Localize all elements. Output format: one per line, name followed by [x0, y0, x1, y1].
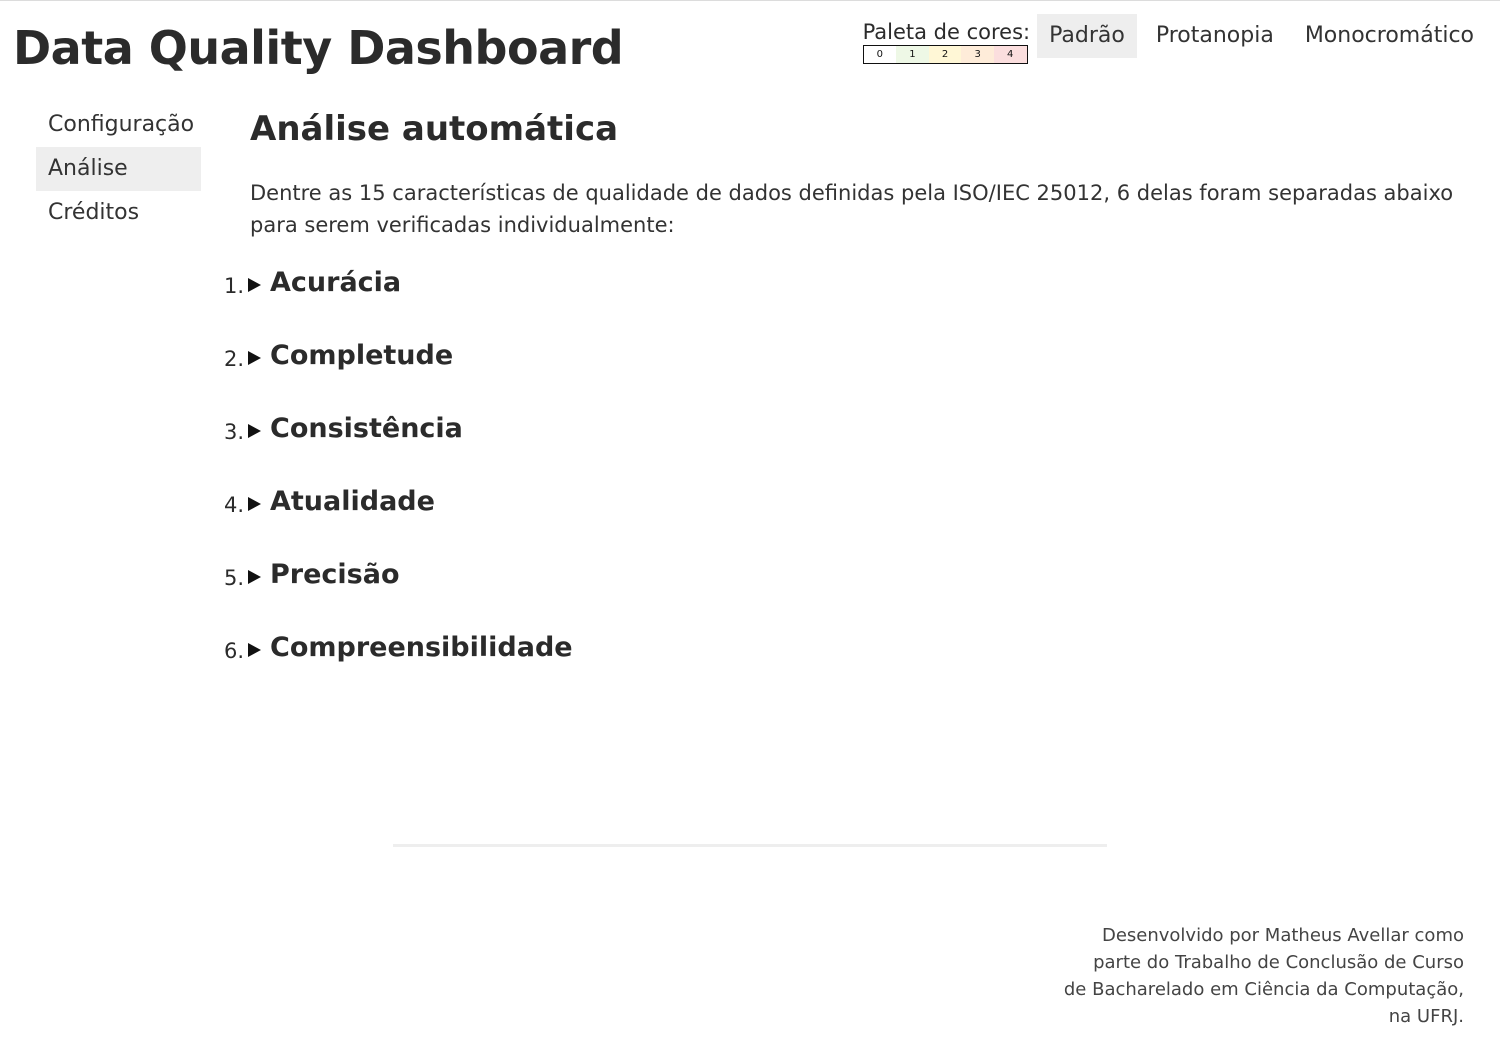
check-number: 5. [224, 566, 245, 590]
intro-text: Dentre as 15 características de qualidad… [250, 181, 1454, 237]
disclosure-triangle-icon [248, 424, 261, 438]
footer-divider [393, 844, 1107, 847]
sidebar-item-configuracao[interactable]: Configuração [36, 103, 201, 147]
check-label: Consistência [270, 413, 463, 444]
disclosure-triangle-icon [248, 570, 261, 584]
check-label: Compreensibilidade [270, 632, 573, 663]
check-item-atualidade[interactable]: 4. Atualidade [224, 485, 1124, 558]
footer-line: parte do Trabalho de Conclusão de Curso [1093, 952, 1464, 973]
palette-option-protanopia[interactable]: Protanopia [1144, 14, 1286, 58]
app-title: Data Quality Dashboard [13, 21, 624, 75]
check-item-precisao[interactable]: 5. Precisão [224, 558, 1124, 631]
disclosure-triangle-icon [248, 497, 261, 511]
check-number: 4. [224, 493, 245, 517]
palette-scale: 0 1 2 3 4 [862, 45, 1028, 64]
check-number: 6. [224, 639, 245, 663]
disclosure-triangle-icon [248, 351, 261, 365]
check-item-completude[interactable]: 2. Completude [224, 339, 1124, 412]
check-item-acuracia[interactable]: 1. Acurácia [224, 266, 1124, 339]
check-label: Completude [270, 340, 454, 371]
check-label: Atualidade [270, 486, 435, 517]
footer-credits: Desenvolvido por Matheus Avellar como pa… [1004, 922, 1464, 1030]
palette-legend: Paleta de cores: 0 1 2 3 4 [862, 14, 1031, 64]
disclosure-triangle-icon [248, 643, 261, 657]
check-item-compreensibilidade[interactable]: 6. Compreensibilidade [224, 631, 1124, 704]
main-content: Análise automática Dentre as 15 caracter… [250, 107, 1465, 241]
palette-option-padrao[interactable]: Padrão [1037, 14, 1137, 58]
check-item-consistencia[interactable]: 3. Consistência [224, 412, 1124, 485]
check-label: Acurácia [270, 267, 402, 298]
disclosure-triangle-icon [248, 278, 261, 292]
sidebar-item-creditos[interactable]: Créditos [36, 191, 201, 235]
check-number: 3. [224, 420, 245, 444]
check-number: 2. [224, 347, 245, 371]
check-number: 1. [224, 274, 245, 298]
palette-scale-cell: 1 [896, 46, 929, 63]
palette-scale-cell: 2 [928, 46, 962, 63]
footer-line: na UFRJ. [1388, 1006, 1464, 1027]
palette-scale-cell: 0 [863, 46, 897, 63]
page-title: Análise automática [250, 109, 619, 149]
footer-line: Desenvolvido por Matheus Avellar como [1101, 925, 1464, 946]
sidebar-nav: Configuração Análise Créditos [36, 103, 201, 235]
footer-line: de Bacharelado em Ciência da Computação, [1063, 979, 1464, 1000]
check-label: Precisão [270, 559, 400, 590]
quality-checks-list: 1. Acurácia 2. Completude 3. Consistênci… [224, 266, 1124, 704]
color-palette-selector: Paleta de cores: 0 1 2 3 4 Padrão Protan… [862, 14, 1486, 64]
sidebar-item-analise[interactable]: Análise [36, 147, 201, 191]
palette-label: Paleta de cores: [862, 20, 1031, 44]
palette-scale-cell: 3 [961, 46, 994, 63]
palette-option-monocromatico[interactable]: Monocromático [1293, 14, 1486, 58]
palette-scale-cell: 4 [993, 46, 1027, 63]
